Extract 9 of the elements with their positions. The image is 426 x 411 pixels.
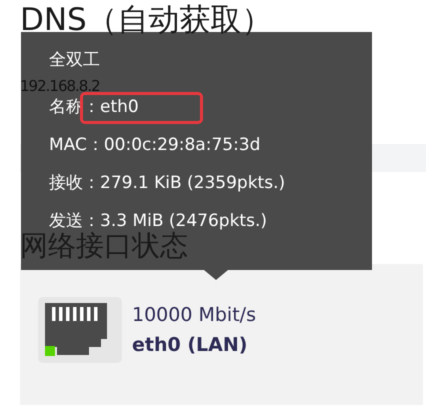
link-speed: 10000 Mbit/s <box>132 304 256 326</box>
tooltip-line: 发送：3.3 MiB (2476pkts.) <box>49 210 267 232</box>
ethernet-port-icon[interactable] <box>38 296 122 362</box>
tooltip-line: 全双工 <box>49 49 100 72</box>
tooltip-line: 接收：279.1 KiB (2359pkts.) <box>49 172 286 195</box>
interface-name: eth0 (LAN) <box>132 334 248 356</box>
tooltip-line: MAC：00:0c:29:8a:75:3d <box>49 134 260 157</box>
dns-address: 192.168.8.2 <box>20 76 100 96</box>
dns-heading: DNS（自动获取） <box>20 1 273 40</box>
